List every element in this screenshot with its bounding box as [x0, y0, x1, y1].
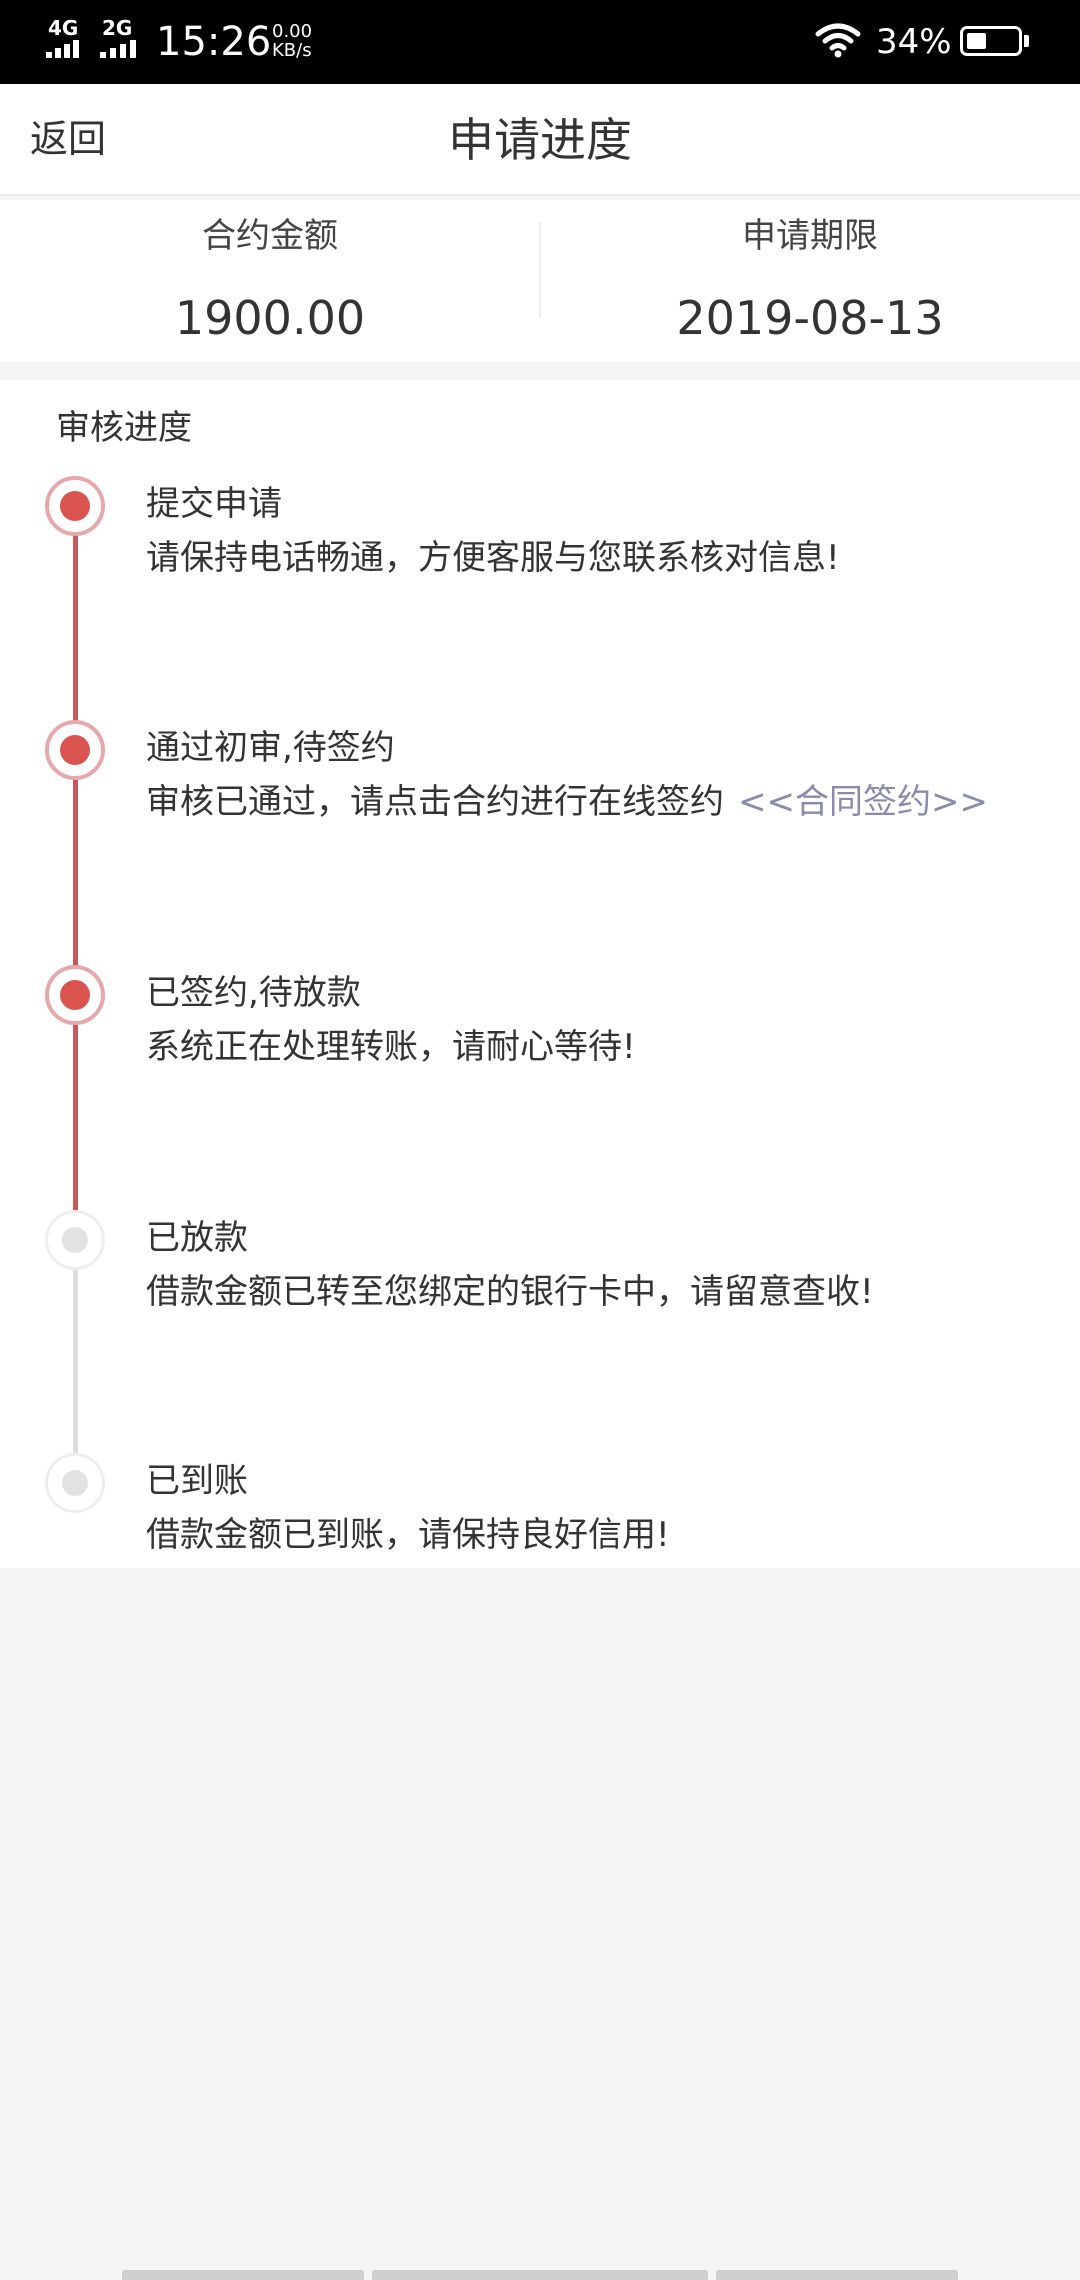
step-title: 通过初审,待签约	[146, 728, 395, 768]
network-type-2: 2G	[102, 16, 133, 40]
clock: 15:26	[156, 19, 272, 65]
term-value: 2019-08-13	[676, 291, 944, 345]
nav-bar-segment	[716, 2270, 958, 2280]
page-title: 申请进度	[448, 113, 632, 167]
step-description: 借款金额已转至您绑定的银行卡中，请留意查收!	[146, 1272, 874, 1312]
contract-sign-link[interactable]: <<合同签约>>	[738, 782, 988, 822]
step-status-icon	[45, 1210, 105, 1270]
wifi-icon	[815, 23, 861, 58]
summary-panel: 合约金额 1900.00 申请期限 2019-08-13	[0, 200, 1080, 362]
network-speed-unit: KB/s	[272, 40, 312, 61]
section-title: 审核进度	[56, 408, 192, 448]
amount-value: 1900.00	[174, 291, 366, 345]
step-status-icon	[45, 1453, 105, 1513]
battery-percent: 34%	[876, 22, 952, 62]
battery-tip	[1024, 35, 1029, 47]
progress-section: 审核进度 提交申请 请保持电话畅通，方便客服与您联系核对信息! 通过初审,待签约…	[0, 380, 1080, 1568]
amount-label: 合约金额	[202, 216, 338, 256]
network-type-1: 4G	[48, 16, 79, 40]
step-title: 已到账	[146, 1461, 248, 1501]
header: 返回 申请进度	[0, 84, 1080, 196]
nav-bar-segment	[122, 2270, 364, 2280]
step-approved: 通过初审,待签约 审核已通过，请点击合约进行在线签约 <<合同签约>>	[0, 720, 1080, 860]
step-status-icon	[45, 476, 105, 536]
step-title: 已签约,待放款	[146, 973, 361, 1013]
term-section: 申请期限 2019-08-13	[540, 200, 1080, 362]
step-disbursed: 已放款 借款金额已转至您绑定的银行卡中，请留意查收!	[0, 1210, 1080, 1350]
step-description: 请保持电话畅通，方便客服与您联系核对信息!	[146, 538, 840, 578]
signal-icon-2	[100, 40, 146, 58]
network-speed: 0.00 KB/s	[272, 22, 312, 60]
step-submit: 提交申请 请保持电话畅通，方便客服与您联系核对信息!	[0, 476, 1080, 616]
status-bar: 4G 2G 15:26 0.00 KB/s 34%	[0, 0, 1080, 84]
step-status-icon	[45, 965, 105, 1025]
battery-icon	[960, 26, 1022, 56]
step-signed: 已签约,待放款 系统正在处理转账，请耐心等待!	[0, 965, 1080, 1105]
step-description: 审核已通过，请点击合约进行在线签约 <<合同签约>>	[146, 780, 988, 824]
step-title: 提交申请	[146, 484, 282, 524]
network-speed-value: 0.00	[272, 21, 313, 42]
step-description-text: 审核已通过，请点击合约进行在线签约	[146, 782, 724, 822]
step-title: 已放款	[146, 1218, 248, 1258]
amount-section: 合约金额 1900.00	[0, 200, 540, 362]
step-received: 已到账 借款金额已到账，请保持良好信用!	[0, 1453, 1080, 1593]
step-description: 借款金额已到账，请保持良好信用!	[146, 1515, 670, 1555]
step-description: 系统正在处理转账，请耐心等待!	[146, 1027, 636, 1067]
signal-icon-1	[46, 40, 82, 58]
nav-bar-segment	[372, 2270, 708, 2280]
term-label: 申请期限	[742, 216, 878, 256]
step-status-icon	[45, 720, 105, 780]
